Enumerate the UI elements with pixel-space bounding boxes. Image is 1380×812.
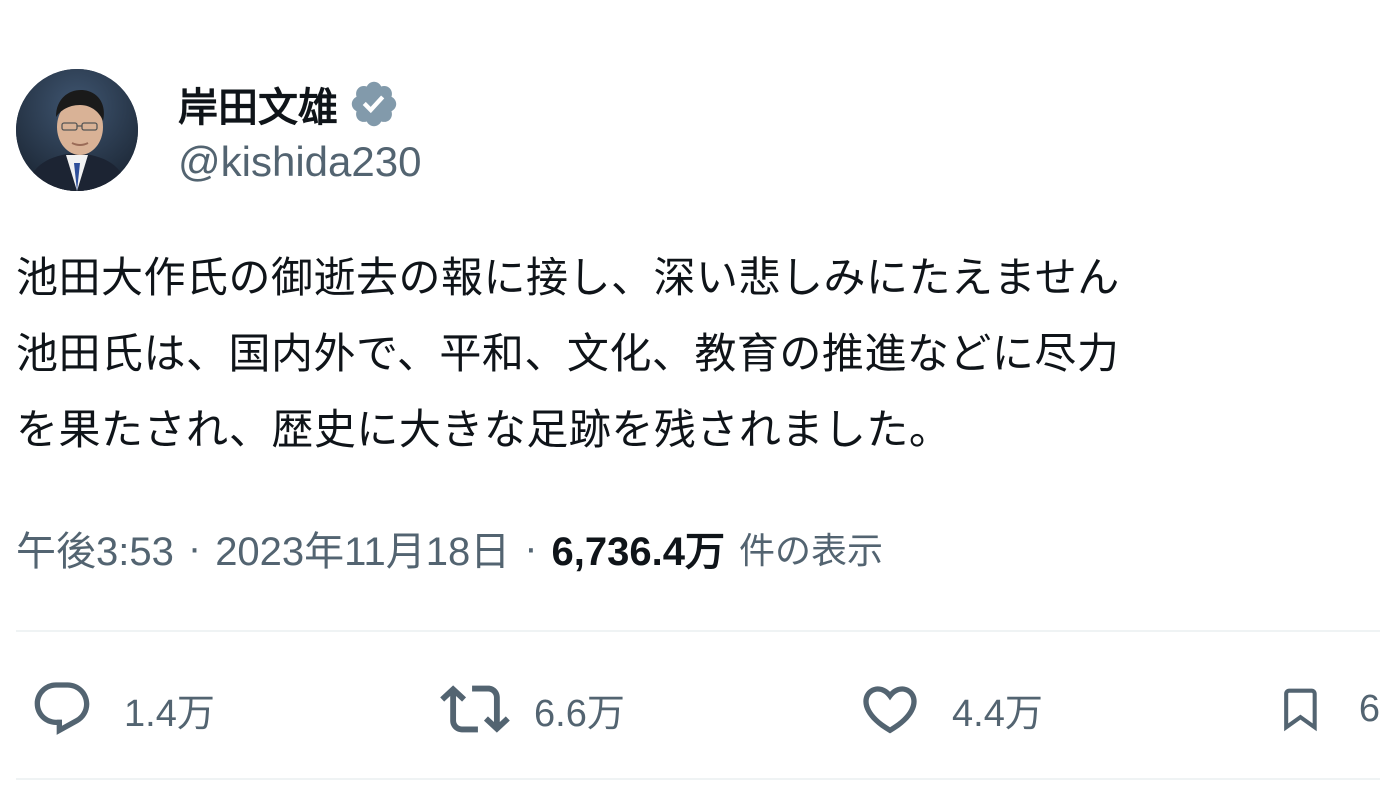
tweet-text-line: を果たされ、歴史に大きな足跡を残されました。 <box>16 405 952 454</box>
reply-count: 1.4万 <box>124 692 215 735</box>
views-label: 件の表示 <box>738 530 883 571</box>
tweet-header: 岸田文雄 @kishida230 <box>16 68 421 192</box>
like-button[interactable]: 4.4万 <box>858 666 1043 752</box>
divider <box>16 630 1380 632</box>
avatar[interactable] <box>16 69 138 191</box>
bookmark-icon <box>1284 688 1317 732</box>
divider <box>16 778 1380 780</box>
avatar-image <box>16 69 138 191</box>
heart-icon <box>863 686 917 734</box>
retweet-button[interactable]: 6.6万 <box>440 666 625 752</box>
action-bar: 1.4万 6.6万 4.4万 6 <box>0 666 1380 752</box>
meta-separator: · <box>187 525 202 570</box>
retweet-icon <box>440 685 510 733</box>
verified-badge-icon <box>348 78 400 130</box>
author-names: 岸田文雄 @kishida230 <box>178 74 421 186</box>
retweet-count: 6.6万 <box>534 692 625 735</box>
tweet-text: 池田大作氏の御逝去の報に接し、深い悲しみにたえません 池田氏は、国内外で、平和、… <box>16 240 1376 468</box>
reply-icon <box>34 682 90 735</box>
tweet-date[interactable]: 2023年11月18日 <box>215 519 510 577</box>
tweet-meta: 午後3:53 · 2023年11月18日 · 6,736.4万 件の表示 <box>16 520 883 576</box>
like-count: 4.4万 <box>952 692 1043 735</box>
tweet: 岸田文雄 @kishida230 池田大作氏の御逝去の報に接し、深い悲しみにたえ… <box>0 0 1380 812</box>
tweet-time[interactable]: 午後3:53 <box>16 519 174 577</box>
bookmark-count: 6 <box>1358 687 1380 730</box>
views-count[interactable]: 6,736.4万 <box>552 519 725 577</box>
tweet-text-line: 池田氏は、国内外で、平和、文化、教育の推進などに尽力 <box>16 329 1120 378</box>
meta-separator: · <box>524 525 538 570</box>
display-name-row: 岸田文雄 <box>178 74 421 134</box>
author-handle[interactable]: @kishida230 <box>178 138 421 186</box>
bookmark-button[interactable]: 6 <box>1276 666 1380 752</box>
tweet-text-line: 池田大作氏の御逝去の報に接し、深い悲しみにたえません <box>16 253 1120 302</box>
reply-button[interactable]: 1.4万 <box>30 666 215 752</box>
author-display-name[interactable]: 岸田文雄 <box>178 75 338 133</box>
